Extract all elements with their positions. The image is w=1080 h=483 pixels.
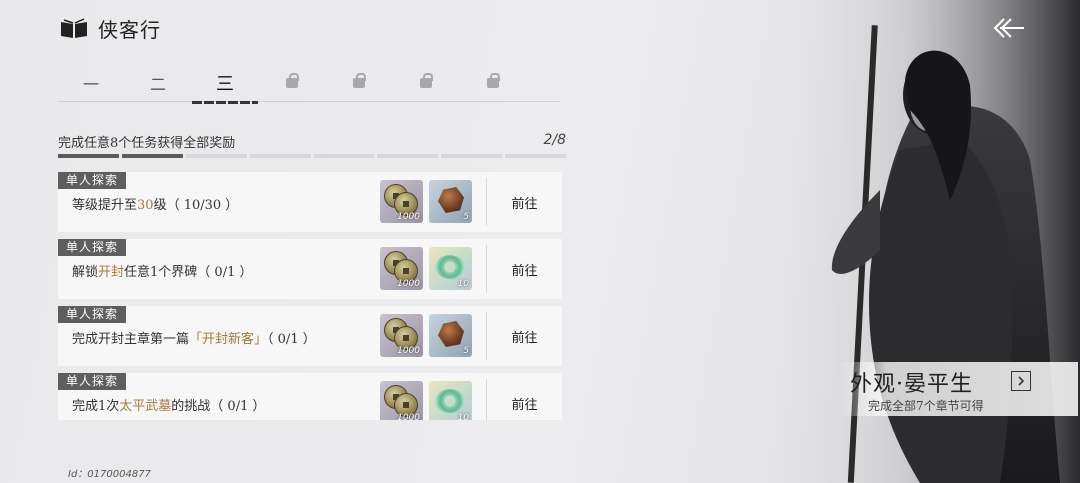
reward-ore[interactable]: 5 <box>429 314 472 357</box>
jade-icon <box>435 255 465 279</box>
task-list[interactable]: 单人探索 等级提升至30级（ 10/30 ） 1000 5 前往 单人探索 解锁… <box>58 172 562 420</box>
tab-chapter-1[interactable]: 一 <box>58 64 124 102</box>
reward-qty: 1000 <box>397 413 420 420</box>
skin-detail-button[interactable] <box>1011 371 1031 391</box>
tab-label: 三 <box>216 74 234 95</box>
progress-segment <box>441 154 503 158</box>
tab-chapter-6-locked[interactable] <box>393 64 459 102</box>
goal-count: 2/8 <box>543 132 566 148</box>
reward-list: 1000 5 <box>380 314 472 357</box>
go-button[interactable]: 前往 <box>487 172 562 232</box>
tab-label: 一 <box>82 75 99 94</box>
task-description: 解锁开封任意1个界碑（ 0/1 ） <box>72 265 253 280</box>
book-icon <box>61 17 87 38</box>
reward-jade[interactable]: 10 <box>429 247 472 290</box>
reward-qty: 10 <box>457 279 469 289</box>
reward-coin[interactable]: 1000 <box>380 247 423 290</box>
back-arrow-icon[interactable] <box>990 16 1026 40</box>
goal-text: 完成任意8个任务获得全部奖励 <box>58 136 236 151</box>
reward-qty: 5 <box>463 346 469 356</box>
user-id: Id：0170004877 <box>68 469 151 480</box>
reward-qty: 1000 <box>397 346 420 356</box>
task-type-badge: 单人探索 <box>58 306 127 323</box>
task-type-badge: 单人探索 <box>58 172 127 189</box>
go-button[interactable]: 前往 <box>487 373 562 420</box>
reward-jade[interactable]: 10 <box>429 381 472 420</box>
reward-ore[interactable]: 5 <box>429 180 472 223</box>
progress-segment <box>505 154 566 158</box>
task-item: 单人探索 等级提升至30级（ 10/30 ） 1000 5 前往 <box>58 172 562 232</box>
chevron-right-icon <box>1018 376 1025 386</box>
go-button[interactable]: 前往 <box>487 306 562 366</box>
lock-icon <box>286 73 299 88</box>
task-item: 单人探索 完成1次太平武墓的挑战（ 0/1 ） 1000 10 前往 <box>58 373 562 420</box>
skin-name: 外观·晏平生 <box>850 372 973 397</box>
lock-icon <box>487 73 500 88</box>
jade-icon <box>435 389 465 413</box>
reward-qty: 1000 <box>397 212 420 222</box>
reward-coin[interactable]: 1000 <box>380 381 423 420</box>
reward-list: 1000 10 <box>380 381 472 420</box>
tab-chapter-5-locked[interactable] <box>326 64 392 102</box>
chapter-tabs: 一 二 三 <box>58 64 560 104</box>
reward-qty: 5 <box>463 212 469 222</box>
tab-chapter-4-locked[interactable] <box>259 64 325 102</box>
reward-qty: 10 <box>457 413 469 420</box>
lock-icon <box>420 73 433 88</box>
go-button[interactable]: 前往 <box>487 239 562 299</box>
reward-coin[interactable]: 1000 <box>380 180 423 223</box>
skin-subtitle: 完成全部7个章节可得 <box>868 399 984 413</box>
tab-chapter-7-locked[interactable] <box>460 64 526 102</box>
header: 侠客行 <box>60 14 161 43</box>
task-description: 完成开封主章第一篇「开封新客」（ 0/1 ） <box>72 332 316 347</box>
ore-icon <box>438 321 464 347</box>
progress-segment <box>58 154 119 158</box>
task-type-badge: 单人探索 <box>58 239 127 256</box>
task-type-badge: 单人探索 <box>58 373 127 390</box>
tab-chapter-3[interactable]: 三 <box>192 64 258 104</box>
progress-segment <box>121 154 183 158</box>
task-description: 完成1次太平武墓的挑战（ 0/1 ） <box>72 399 266 414</box>
tab-label: 二 <box>149 75 166 94</box>
page-title: 侠客行 <box>98 18 161 42</box>
progress-segment <box>313 154 375 158</box>
skin-reward-panel[interactable]: 外观·晏平生 完成全部7个章节可得 <box>838 362 1078 416</box>
progress-segment <box>377 154 439 158</box>
progress-segment <box>249 154 311 158</box>
tab-chapter-2[interactable]: 二 <box>125 64 191 102</box>
lock-icon <box>353 73 366 88</box>
progress-segment <box>185 154 247 158</box>
reward-list: 1000 10 <box>380 247 472 290</box>
task-item: 单人探索 解锁开封任意1个界碑（ 0/1 ） 1000 10 前往 <box>58 239 562 299</box>
goal-progress-bar <box>58 154 566 158</box>
reward-list: 1000 5 <box>380 180 472 223</box>
reward-qty: 1000 <box>397 279 420 289</box>
reward-coin[interactable]: 1000 <box>380 314 423 357</box>
ore-icon <box>438 187 464 213</box>
task-item: 单人探索 完成开封主章第一篇「开封新客」（ 0/1 ） 1000 5 前往 <box>58 306 562 366</box>
screen: 侠客行 一 二 三 完成任意8个任务获得全部奖励 2/8 单人探索 等级提升至3… <box>0 0 1080 483</box>
goal-row: 完成任意8个任务获得全部奖励 2/8 <box>58 132 566 151</box>
task-description: 等级提升至30级（ 10/30 ） <box>72 198 239 213</box>
